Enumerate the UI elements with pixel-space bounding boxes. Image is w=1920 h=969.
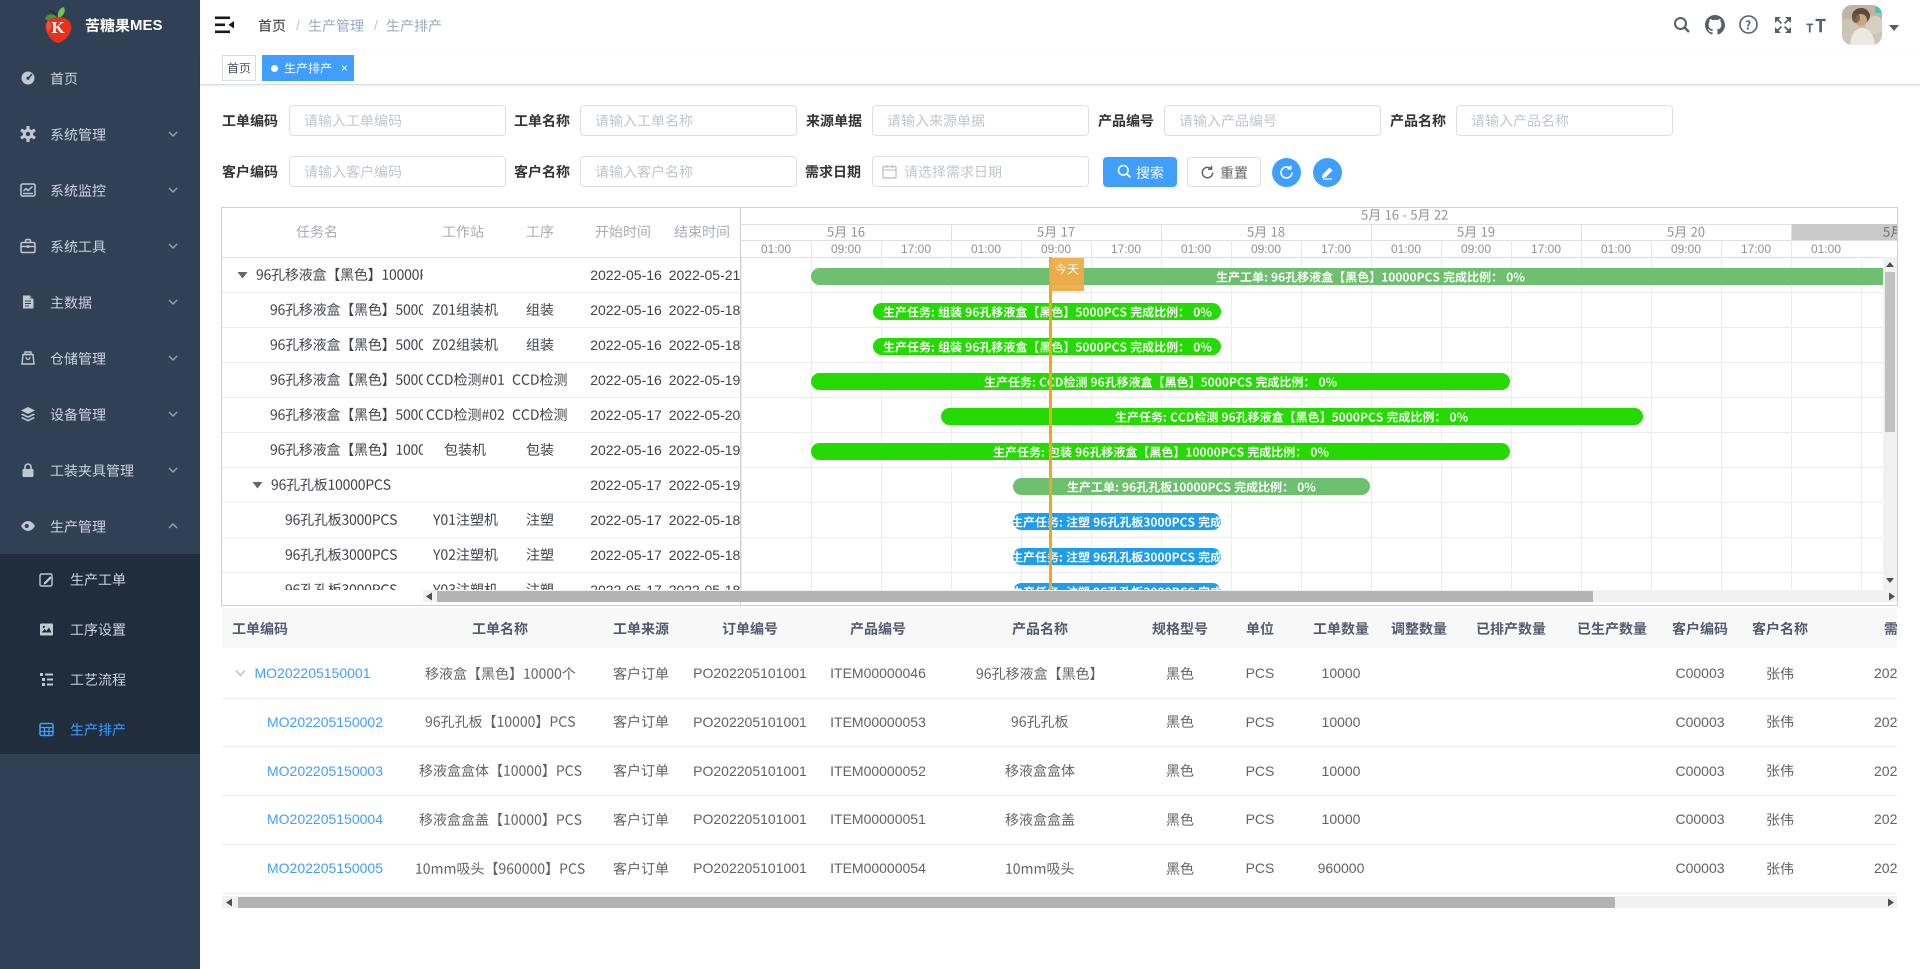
svg-text:K: K <box>51 18 65 37</box>
